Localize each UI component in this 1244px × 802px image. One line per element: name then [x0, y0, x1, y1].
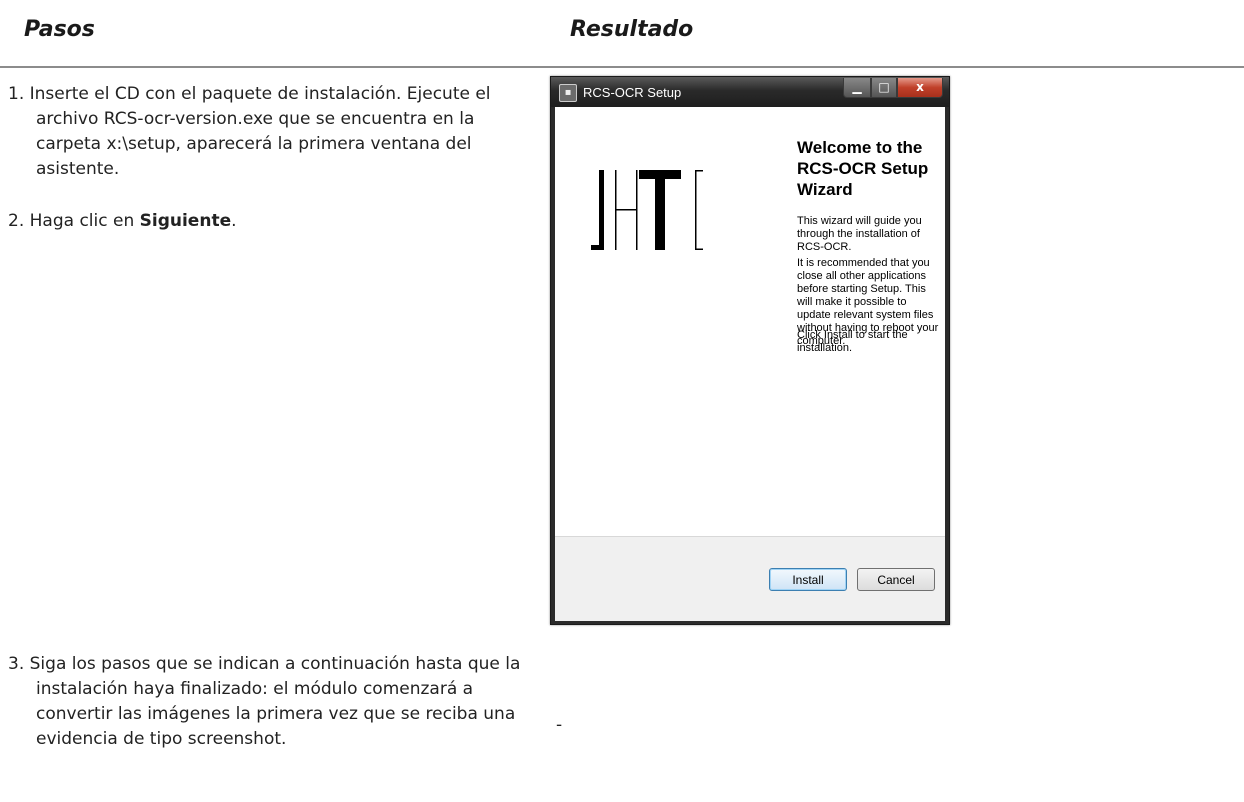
minimize-button[interactable]: ▁	[843, 78, 871, 98]
cancel-button[interactable]: Cancel	[857, 568, 935, 591]
step-3-result: -	[556, 715, 563, 735]
header-pasos: Pasos	[24, 17, 95, 42]
step-2: 2. Haga clic en Siguiente.	[8, 209, 538, 234]
wizard-title: Welcome to the RCS-OCR Setup Wizard	[797, 138, 929, 199]
step-1-number: 1.	[8, 84, 25, 104]
app-icon: ▪	[559, 84, 577, 102]
maximize-button[interactable]: □	[871, 78, 897, 98]
wizard-paragraph-3: Click Install to start the installation.	[797, 329, 908, 354]
wizard-banner	[555, 107, 740, 537]
setup-window: ▪ RCS-OCR Setup ▁ □ x Welcome to the RCS…	[550, 76, 950, 625]
header-resultado: Resultado	[570, 17, 694, 42]
install-button[interactable]: Install	[769, 568, 847, 591]
step-2-text-before: Haga clic en	[29, 211, 140, 231]
ht-logo	[591, 170, 703, 250]
step-3: 3. Siga los pasos que se indican a conti…	[8, 652, 538, 752]
step-2-number: 2.	[8, 211, 25, 231]
step-3-text: Siga los pasos que se indican a continua…	[29, 654, 521, 749]
wizard-footer: Install Cancel	[555, 536, 945, 621]
step-3-number: 3.	[8, 654, 25, 674]
window-controls: ▁ □ x	[843, 78, 943, 98]
header-divider	[0, 66, 1244, 68]
window-title: RCS-OCR Setup	[583, 85, 682, 100]
step-2-text-after: .	[231, 211, 237, 231]
step-1-text: Inserte el CD con el paquete de instalac…	[29, 84, 491, 179]
window-titlebar[interactable]: ▪ RCS-OCR Setup ▁ □ x	[551, 77, 949, 107]
table-header: Pasos Resultado	[0, 0, 1244, 46]
close-button[interactable]: x	[897, 78, 943, 98]
wizard-paragraph-1: This wizard will guide you through the i…	[797, 215, 922, 253]
step-1: 1. Inserte el CD con el paquete de insta…	[8, 82, 538, 182]
window-client: Welcome to the RCS-OCR Setup Wizard This…	[555, 107, 945, 621]
step-2-bold: Siguiente	[139, 211, 232, 231]
